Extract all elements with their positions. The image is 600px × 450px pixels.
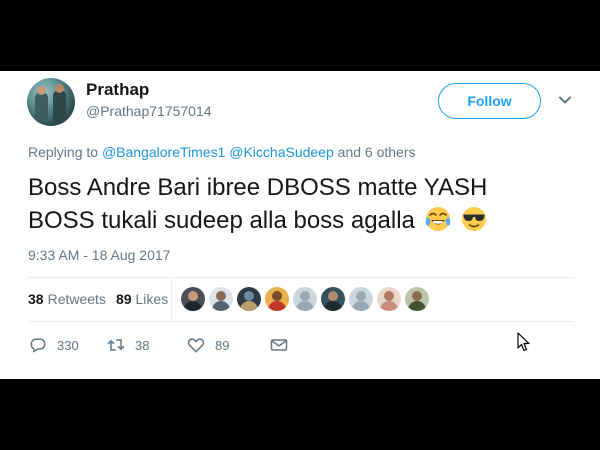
retweets-stat[interactable]: 38 Retweets xyxy=(28,291,106,307)
reply-action[interactable]: 330 xyxy=(28,335,106,355)
likes-stat[interactable]: 89 Likes xyxy=(116,291,168,307)
replying-to: Replying to @BangaloreTimes1 @KicchaSude… xyxy=(28,144,416,160)
like-action[interactable]: 89 xyxy=(186,335,269,355)
mention-link[interactable]: @KicchaSudeep xyxy=(229,144,334,160)
liker-avatar[interactable] xyxy=(321,287,345,311)
retweet-icon xyxy=(107,339,125,351)
direct-message-action[interactable] xyxy=(269,335,298,355)
author-avatar[interactable] xyxy=(27,78,75,126)
mention-link[interactable]: @BangaloreTimes1 xyxy=(102,144,225,160)
likes-label: Likes xyxy=(135,291,169,307)
author-name[interactable]: Prathap xyxy=(86,80,149,100)
liker-avatar[interactable] xyxy=(237,287,261,311)
divider xyxy=(28,277,574,278)
tweet-text-line: Boss Andre Bari ibree DBOSS matte YASH xyxy=(28,174,488,201)
author-handle[interactable]: @Prathap71757014 xyxy=(86,103,212,119)
liker-avatar[interactable] xyxy=(377,287,401,311)
liker-avatars xyxy=(181,287,433,311)
sunglasses-emoji-icon xyxy=(462,207,487,231)
liker-avatar[interactable] xyxy=(293,287,317,311)
likes-count: 89 xyxy=(115,291,132,307)
stats-separator xyxy=(171,279,172,321)
avatar-head xyxy=(55,84,64,93)
retweets-count: 38 xyxy=(28,291,44,307)
liker-avatar[interactable] xyxy=(209,287,233,311)
retweet-count: 38 xyxy=(135,337,150,353)
retweets-label: Retweets xyxy=(47,291,106,307)
mouse-cursor-icon xyxy=(517,332,530,352)
reply-icon xyxy=(30,338,46,353)
liker-avatar[interactable] xyxy=(181,287,205,311)
tweet-actions: 330 38 89 xyxy=(28,335,298,355)
divider xyxy=(28,321,574,322)
heart-icon xyxy=(187,338,205,353)
tweet-text-line: BOSS tukali sudeep alla boss agalla xyxy=(28,207,415,234)
avatar-head xyxy=(37,86,46,95)
retweet-action[interactable]: 38 xyxy=(106,335,186,355)
tears-of-joy-emoji-icon xyxy=(425,207,450,231)
others-link[interactable]: and 6 others xyxy=(338,144,416,160)
like-count: 89 xyxy=(215,337,230,353)
liker-avatar[interactable] xyxy=(349,287,373,311)
reply-count: 330 xyxy=(57,337,79,353)
liker-avatar[interactable] xyxy=(405,287,429,311)
replying-to-label: Replying to xyxy=(28,144,99,160)
avatar-figure xyxy=(35,92,48,122)
engagement-stats: 38 Retweets 89 Likes xyxy=(28,287,178,311)
avatar-figure xyxy=(53,90,66,122)
liker-avatar[interactable] xyxy=(265,287,289,311)
follow-button[interactable]: Follow xyxy=(438,83,541,119)
tweet-text: Boss Andre Bari ibree DBOSS matte YASH B… xyxy=(28,171,568,237)
envelope-icon xyxy=(270,339,288,351)
tweet-timestamp[interactable]: 9:33 AM - 18 Aug 2017 xyxy=(28,247,170,263)
chevron-down-icon[interactable] xyxy=(557,92,573,108)
tweet-card: Prathap @Prathap71757014 Follow Replying… xyxy=(0,71,600,379)
